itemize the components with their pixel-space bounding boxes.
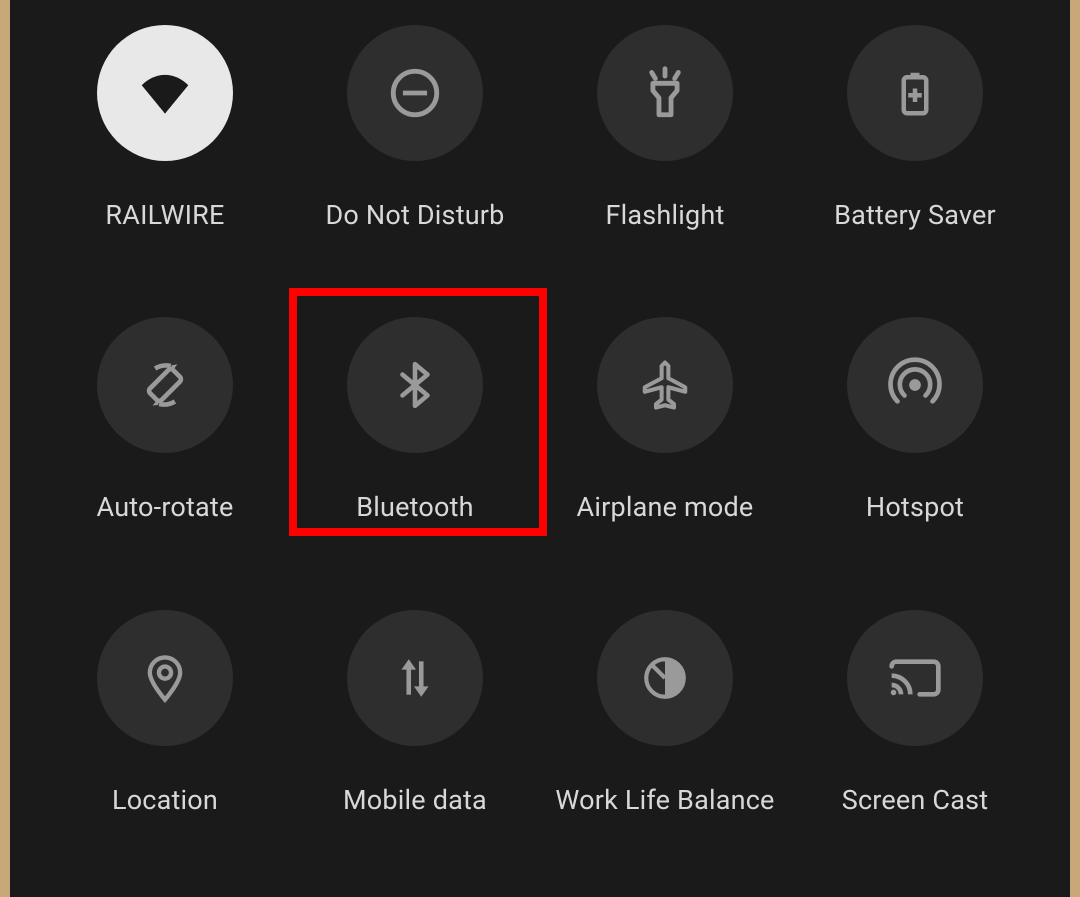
wifi-icon xyxy=(134,62,196,124)
airplane-icon xyxy=(638,358,692,412)
battery-saver-label: Battery Saver xyxy=(834,199,996,231)
auto-rotate-icon xyxy=(137,357,193,413)
auto-rotate-label: Auto-rotate xyxy=(97,491,234,523)
quick-settings-panel: RAILWIRE Do Not Disturb xyxy=(10,0,1070,897)
bluetooth-label: Bluetooth xyxy=(356,491,473,523)
tile-airplane: Airplane mode xyxy=(540,312,790,604)
tile-auto-rotate: Auto-rotate xyxy=(40,312,290,604)
hotspot-button[interactable] xyxy=(847,317,983,453)
flashlight-label: Flashlight xyxy=(606,199,725,231)
tile-bluetooth: Bluetooth xyxy=(290,312,540,604)
flashlight-icon xyxy=(636,64,694,122)
tile-hotspot: Hotspot xyxy=(790,312,1040,604)
airplane-button[interactable] xyxy=(597,317,733,453)
work-life-button[interactable] xyxy=(597,610,733,746)
mobile-data-button[interactable] xyxy=(347,610,483,746)
mobile-data-label: Mobile data xyxy=(343,784,487,816)
screen-cast-button[interactable] xyxy=(847,610,983,746)
flashlight-button[interactable] xyxy=(597,25,733,161)
tile-screen-cast: Screen Cast xyxy=(790,605,1040,897)
tile-wifi: RAILWIRE xyxy=(40,20,290,312)
battery-saver-icon xyxy=(888,66,942,120)
bluetooth-button[interactable] xyxy=(347,317,483,453)
battery-saver-button[interactable] xyxy=(847,25,983,161)
hotspot-icon xyxy=(887,357,943,413)
mobile-data-icon xyxy=(390,653,440,703)
tile-dnd: Do Not Disturb xyxy=(290,20,540,312)
dnd-icon xyxy=(386,64,444,122)
location-icon xyxy=(139,652,191,704)
wifi-button[interactable] xyxy=(97,25,233,161)
dnd-button[interactable] xyxy=(347,25,483,161)
location-button[interactable] xyxy=(97,610,233,746)
work-life-icon xyxy=(640,653,690,703)
quick-settings-grid: RAILWIRE Do Not Disturb xyxy=(10,20,1070,897)
tile-battery-saver: Battery Saver xyxy=(790,20,1040,312)
screen-cast-label: Screen Cast xyxy=(842,784,989,816)
screen-cast-icon xyxy=(887,650,943,706)
bluetooth-icon xyxy=(390,360,440,410)
tile-work-life: Work Life Balance xyxy=(540,605,790,897)
tile-flashlight: Flashlight xyxy=(540,20,790,312)
tile-location: Location xyxy=(40,605,290,897)
work-life-label: Work Life Balance xyxy=(555,784,774,816)
wifi-label: RAILWIRE xyxy=(105,199,224,231)
location-label: Location xyxy=(112,784,218,816)
airplane-label: Airplane mode xyxy=(577,491,754,523)
tile-mobile-data: Mobile data xyxy=(290,605,540,897)
hotspot-label: Hotspot xyxy=(866,491,964,523)
dnd-label: Do Not Disturb xyxy=(325,199,504,231)
auto-rotate-button[interactable] xyxy=(97,317,233,453)
